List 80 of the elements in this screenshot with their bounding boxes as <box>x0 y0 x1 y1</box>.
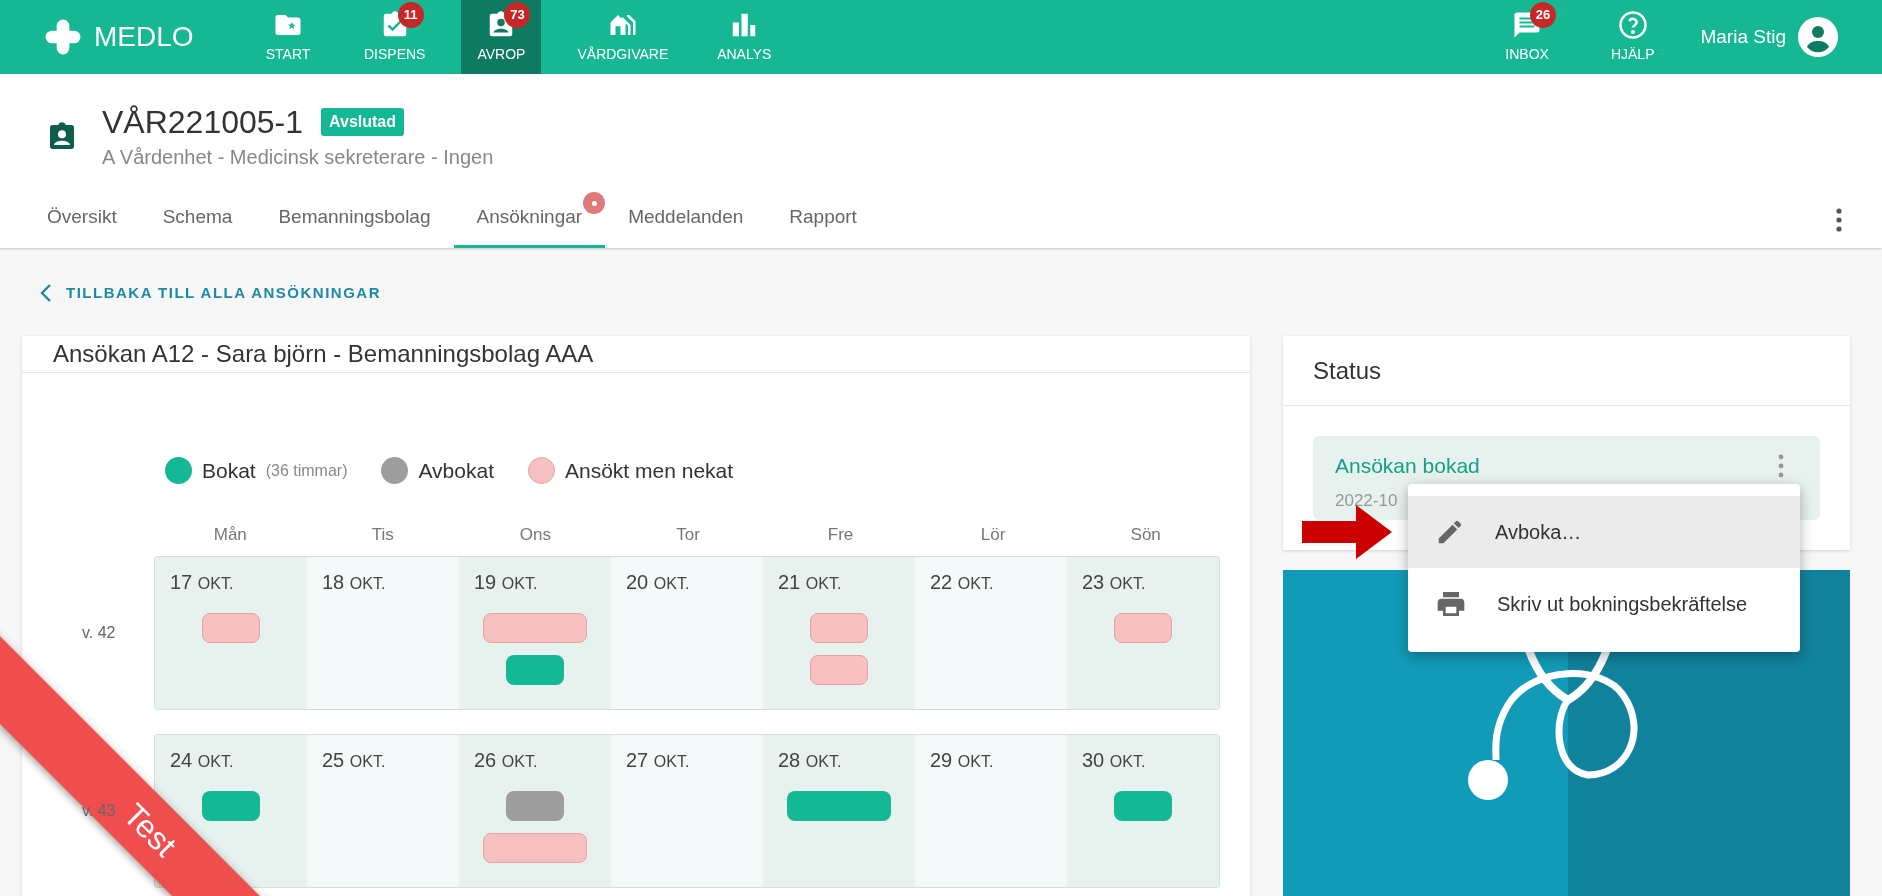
day-cell[interactable]: 27 OKT. <box>611 735 763 887</box>
shift-pill[interactable] <box>1114 613 1172 643</box>
status-date: 2022-10 <box>1335 489 1398 512</box>
weekday-label: Lör <box>979 523 1007 546</box>
page-subtitle: A Vårdenhet - Medicinsk sekreterare - Ingen <box>102 145 494 170</box>
nav-item[interactable]: 26 INBOX <box>1489 0 1565 74</box>
day-cell[interactable]: 18 OKT. <box>307 557 459 709</box>
logo-icon <box>44 18 82 56</box>
tab[interactable]: Rapport <box>766 190 880 248</box>
status-badge: Avslutad <box>321 108 404 136</box>
day-cell[interactable]: 19 OKT. <box>459 557 611 709</box>
weekday-label: Tis <box>370 523 395 546</box>
arrow-icon <box>1302 505 1392 559</box>
shift-pill[interactable] <box>202 791 260 821</box>
count-badge: 26 <box>1530 1 1557 28</box>
day-cell[interactable]: 26 OKT. <box>459 735 611 887</box>
date-label: 23 OKT. <box>1082 570 1146 595</box>
date-label: 30 OKT. <box>1082 748 1146 773</box>
weekday-label: Mån <box>212 523 248 546</box>
shift-pill[interactable] <box>506 655 564 685</box>
day-cell[interactable]: 29 OKT. <box>915 735 1067 887</box>
shift-pill[interactable] <box>202 613 260 643</box>
chevron-left-icon <box>40 283 52 303</box>
shift-pill[interactable] <box>483 833 587 863</box>
day-cell[interactable]: 22 OKT. <box>915 557 1067 709</box>
day-cell[interactable]: 25 OKT. <box>307 735 459 887</box>
menu-item[interactable]: Avboka… <box>1408 496 1800 568</box>
nav-item[interactable]: 11 DISPENS <box>352 0 438 74</box>
more-icon[interactable] <box>1836 208 1842 232</box>
page-title: VÅR221005-1 <box>102 103 304 142</box>
week-label: v. 42 <box>81 623 117 643</box>
tab[interactable]: Schema <box>139 190 256 248</box>
status-label: Ansökan bokad <box>1335 453 1480 479</box>
date-label: 25 OKT. <box>322 748 386 773</box>
date-label: 27 OKT. <box>626 748 690 773</box>
date-label: 28 OKT. <box>778 748 842 773</box>
nav-item[interactable]: 73 AVROP <box>461 0 542 74</box>
date-label: 18 OKT. <box>322 570 386 595</box>
help-icon <box>1617 9 1648 40</box>
date-label: 19 OKT. <box>474 570 538 595</box>
card-title: Ansökan A12 - Sara björn - Bemanningsbolag AAA <box>53 339 594 369</box>
day-cell[interactable]: 28 OKT. <box>763 735 915 887</box>
avatar-icon[interactable] <box>1798 17 1838 57</box>
day-cell[interactable]: 20 OKT. <box>611 557 763 709</box>
count-badge: 11 <box>397 1 424 28</box>
card-title: Status <box>1313 355 1382 386</box>
date-label: 29 OKT. <box>930 748 994 773</box>
day-cell[interactable]: 23 OKT. <box>1067 557 1219 709</box>
back-link[interactable]: TILLBAKA TILL ALLA ANSÖKNINGAR <box>0 278 381 308</box>
tab[interactable]: Bemanningsbolag <box>255 190 454 248</box>
weekday-label: Tor <box>675 523 701 546</box>
menu-item[interactable]: Skriv ut bokningsbekräftelse <box>1408 568 1800 640</box>
legend-note: (36 timmar) <box>265 460 348 481</box>
tab[interactable]: Översikt <box>24 190 140 248</box>
legend-label: Avbokat <box>418 458 494 484</box>
date-label: 17 OKT. <box>170 570 234 595</box>
user-name: Maria Stig <box>1700 24 1786 49</box>
tab[interactable]: Ansökningar <box>453 190 606 248</box>
date-label: 20 OKT. <box>626 570 690 595</box>
weekday-label: Fre <box>826 523 855 546</box>
legend-label: Bokat <box>202 458 256 484</box>
shift-pill[interactable] <box>483 613 587 643</box>
weekday-label: Ons <box>518 523 552 546</box>
tab[interactable]: Meddelanden <box>605 190 767 248</box>
count-badge: 73 <box>504 1 531 28</box>
shift-pill[interactable] <box>810 613 868 643</box>
day-cell[interactable]: 17 OKT. <box>155 557 307 709</box>
shift-pill[interactable] <box>1114 791 1172 821</box>
shift-pill[interactable] <box>506 791 564 821</box>
shift-pill[interactable] <box>787 791 891 821</box>
date-label: 22 OKT. <box>930 570 994 595</box>
date-label: 21 OKT. <box>778 570 842 595</box>
day-cell[interactable]: 21 OKT. <box>763 557 915 709</box>
app-name: MEDLO <box>94 20 194 54</box>
legend-label: Ansökt men nekat <box>565 458 734 484</box>
shift-pill[interactable] <box>810 655 868 685</box>
weekday-label: Sön <box>1129 523 1162 546</box>
day-cell[interactable]: 30 OKT. <box>1067 735 1219 887</box>
date-label: 26 OKT. <box>474 748 538 773</box>
date-label: 24 OKT. <box>170 748 234 773</box>
